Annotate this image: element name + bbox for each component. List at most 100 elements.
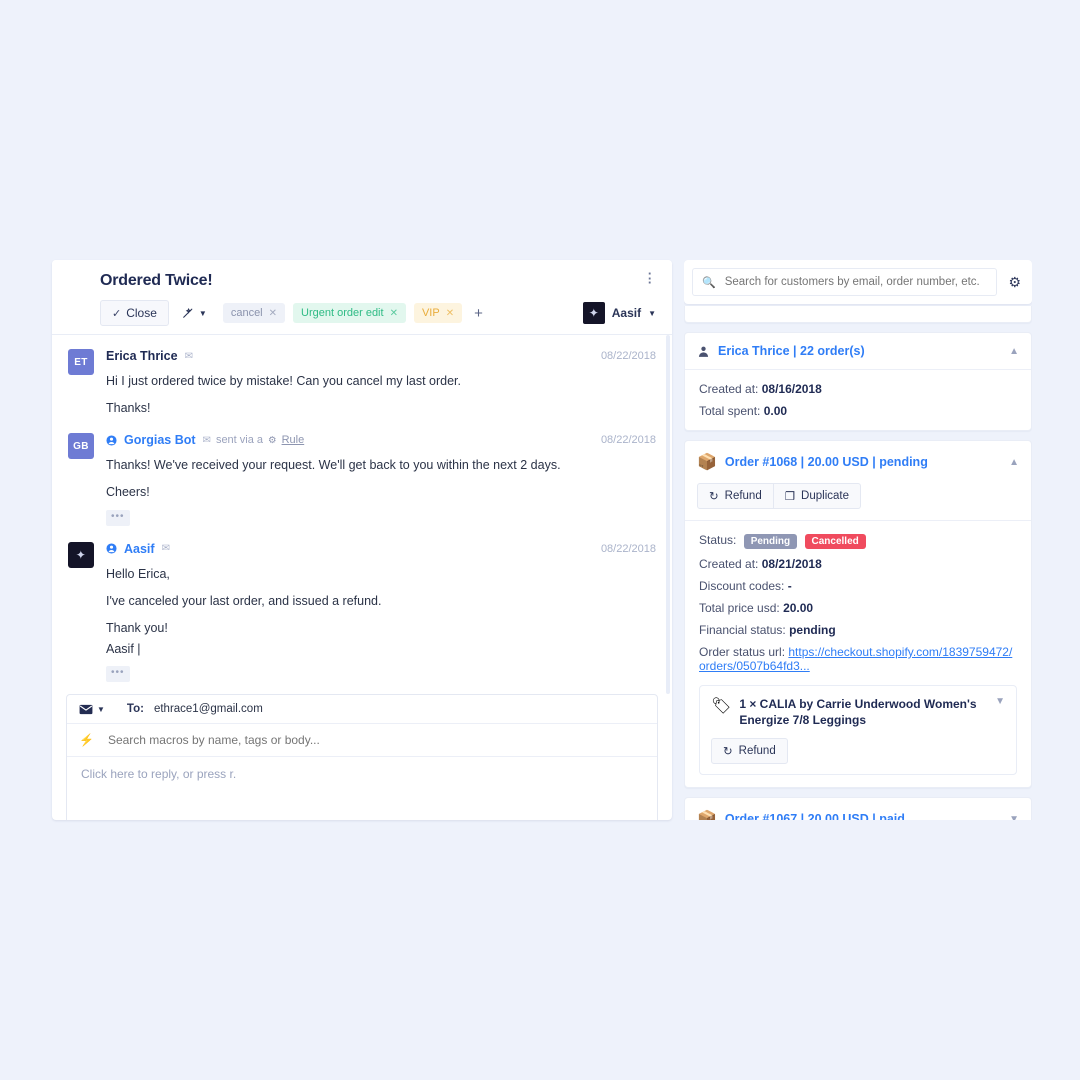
message-body: Gorgias Bot ✉ sent via a ⚙ Rule 08/22/20… [106, 433, 656, 526]
message-body: Aasif ✉ 08/22/2018 Hello Erica, I've can… [106, 542, 656, 695]
status-badge-cancelled: Cancelled [804, 534, 866, 549]
chevron-down-icon: ▼ [648, 308, 656, 318]
message-date: 08/22/2018 [600, 350, 656, 362]
field-value: 0.00 [763, 404, 788, 418]
avatar: GB [68, 433, 94, 460]
refund-label: Refund [724, 490, 762, 502]
refresh-icon: ↻ [709, 491, 719, 503]
order-card-header[interactable]: 📦 Order #1067 | 20.00 USD | paid ▼ [685, 798, 1031, 820]
package-icon: 📦 [697, 811, 717, 820]
field-label: Discount codes: [699, 579, 785, 593]
line-item-title: 1 × CALIA by Carrie Underwood Women's En… [739, 697, 977, 728]
composer-macro-row: ⚡ [67, 724, 657, 757]
envelope-icon [79, 704, 93, 714]
macro-search-input[interactable] [105, 732, 645, 748]
expand-quoted-text-button[interactable]: ••• [106, 666, 130, 682]
tag-label: cancel [230, 307, 263, 319]
reply-composer: ▼ To: ethrace1@gmail.com ⚡ Click here to… [66, 694, 658, 820]
message-line: Hi I just ordered twice by mistake! Can … [106, 374, 462, 388]
customer-card-header[interactable]: Erica Thrice | 22 order(s) ▲ [685, 333, 1031, 369]
to-value[interactable]: ethrace1@gmail.com [154, 703, 263, 715]
envelope-icon: ✉ [161, 543, 170, 554]
chevron-down-icon[interactable]: ▼ [1009, 814, 1019, 820]
order-actions: ↻ Refund ❐ Duplicate [685, 483, 1031, 520]
chevron-up-icon[interactable]: ▲ [1009, 346, 1019, 357]
chevron-up-icon[interactable]: ▲ [1009, 457, 1019, 468]
field-value: 08/16/2018 [761, 382, 822, 396]
gear-icon[interactable]: ⚙ [1005, 274, 1024, 291]
tag-label: Urgent order edit [301, 307, 384, 319]
gear-icon: ⚙ [268, 434, 277, 446]
order-field-discount-codes: Discount codes: - [699, 579, 1017, 593]
status-label: Status: [699, 533, 737, 547]
close-icon[interactable]: ✕ [446, 308, 454, 319]
page-title: Ordered Twice! [100, 272, 213, 289]
reply-textarea[interactable]: Click here to reply, or press r. [67, 757, 657, 820]
person-icon [698, 346, 709, 357]
customer-search-bar: 🔍 ⚙ [684, 260, 1032, 304]
message-sender: Gorgias Bot [124, 433, 196, 448]
field-value: 08/21/2018 [761, 557, 822, 571]
order-card-header[interactable]: 📦 Order #1068 | 20.00 USD | pending ▲ [685, 441, 1031, 483]
tag-label: VIP [421, 307, 440, 319]
message-item: ET Erica Thrice ✉ 08/22/2018 Hi I just o… [68, 349, 656, 417]
duplicate-button[interactable]: ❐ Duplicate [773, 483, 861, 509]
ticket-more-menu[interactable]: · · · [644, 268, 656, 289]
rule-link[interactable]: Rule [282, 434, 305, 446]
search-input[interactable] [722, 275, 988, 289]
person-circle-icon [106, 543, 117, 554]
add-tag-button[interactable]: + [470, 305, 487, 322]
expand-quoted-text-button[interactable]: ••• [106, 509, 130, 526]
copy-icon: ❐ [784, 491, 796, 503]
customer-card: Erica Thrice | 22 order(s) ▲ Created at:… [684, 332, 1032, 431]
tag-chip-cancel[interactable]: cancel ✕ [222, 303, 286, 323]
order-card-1068: 📦 Order #1068 | 20.00 USD | pending ▲ ↻ … [684, 440, 1032, 789]
customer-card-body: Created at: 08/16/2018 Total spent: 0.00 [685, 369, 1031, 430]
search-box[interactable]: 🔍 [692, 268, 998, 296]
tag-chip-vip[interactable]: VIP ✕ [413, 303, 463, 323]
order-field-status-url: Order status url: https://checkout.shopi… [699, 645, 1017, 673]
close-icon[interactable]: ✕ [390, 308, 398, 319]
message-item: GB Gorgias Bot ✉ sent via a ⚙ Rule 08/22… [68, 433, 656, 526]
ticket-panel: 1 ··· Ordered Twice! ✓ Close ▼ [52, 260, 672, 820]
order-status-row: Status: Pending Cancelled [699, 533, 1017, 549]
message-via: ✉ sent via a ⚙ Rule [203, 434, 305, 446]
envelope-icon: ✉ [184, 350, 193, 362]
avatar: ✦ [582, 302, 605, 324]
chevron-down-icon: ▼ [198, 308, 207, 318]
close-button-label: Close [126, 306, 157, 320]
message-sender: Erica Thrice [106, 349, 178, 363]
chevron-down-icon: ▼ [97, 704, 105, 714]
close-icon[interactable]: ✕ [269, 308, 277, 319]
refresh-icon: ↻ [723, 746, 733, 759]
customer-field-created-at: Created at: 08/16/2018 [699, 382, 1017, 396]
order-field-created-at: Created at: 08/21/2018 [699, 557, 1017, 571]
lightning-bolt-icon: ⚡ [79, 733, 94, 747]
tag-list: cancel ✕ Urgent order edit ✕ VIP ✕ + [222, 303, 487, 323]
ticket-toolbar: ✓ Close ▼ cancel ✕ Urgent order edit ✕ V… [100, 300, 656, 326]
message-body: Erica Thrice ✉ 08/22/2018 Hi I just orde… [106, 349, 656, 417]
line-item-refund-button[interactable]: ↻ Refund [711, 738, 788, 765]
field-label: Created at: [699, 382, 759, 396]
tag-chip-urgent-order-edit[interactable]: Urgent order edit ✕ [293, 303, 406, 323]
customer-name-orders: Erica Thrice | 22 order(s) [718, 344, 865, 358]
field-value: 20.00 [783, 601, 814, 615]
search-icon: 🔍 [702, 276, 716, 289]
conversation-scrollbar[interactable] [666, 335, 670, 694]
channel-selector[interactable]: ▼ [79, 704, 105, 715]
refund-button[interactable]: ↻ Refund [697, 483, 774, 509]
status-badge-pending: Pending [743, 534, 798, 549]
close-button[interactable]: ✓ Close [100, 300, 169, 326]
field-label: Created at: [699, 557, 759, 571]
message-line: Hello Erica, [106, 566, 170, 581]
assignee-name: Aasif [611, 306, 642, 320]
order-title: Order #1067 | 20.00 USD | paid [724, 812, 905, 820]
macro-wand-button[interactable]: ▼ [177, 303, 211, 324]
check-icon: ✓ [112, 307, 122, 320]
message-line: Cheers! [106, 485, 150, 500]
package-icon: 📦 [697, 454, 717, 471]
message-item: ✦ Aasif ✉ 08/22/2018 Hello Erica, I've c… [68, 541, 656, 695]
chevron-down-icon[interactable]: ▼ [995, 696, 1005, 728]
assignee-selector[interactable]: ✦ Aasif ▼ [582, 302, 656, 324]
message-date: 08/22/2018 [600, 434, 656, 447]
